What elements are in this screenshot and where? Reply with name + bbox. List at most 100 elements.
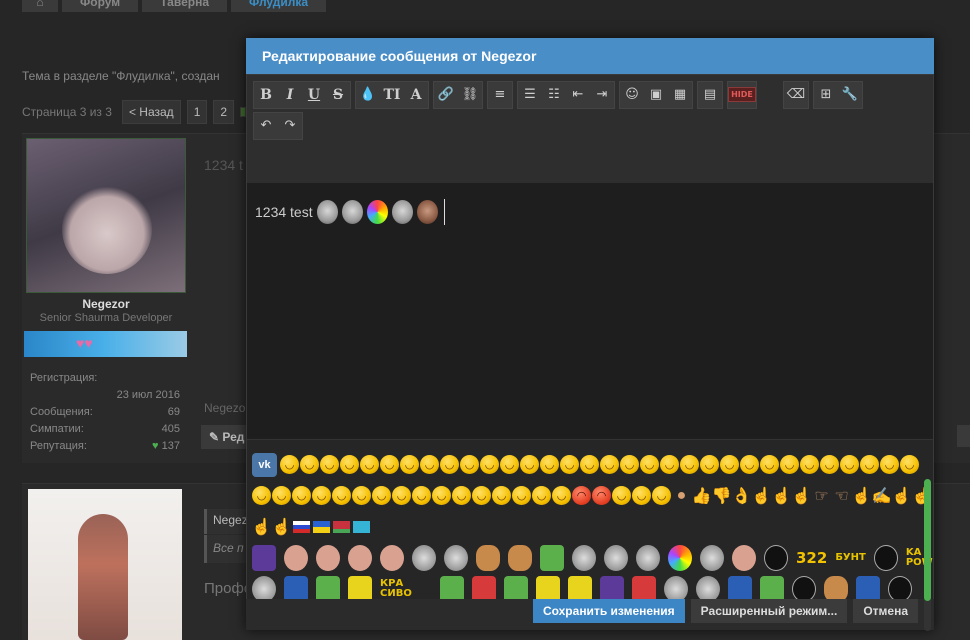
media-icon[interactable]: ▦ <box>668 82 692 108</box>
angry-smilie-icon[interactable]: ◠ <box>592 486 611 505</box>
penguin-icon[interactable] <box>284 575 308 599</box>
smilie-icon[interactable]: ◡ <box>412 486 431 505</box>
smilie-icon[interactable]: ◡ <box>780 455 799 474</box>
smilie-icon[interactable]: ◡ <box>760 455 779 474</box>
deadmau5-icon[interactable] <box>792 575 816 599</box>
point-up-icon[interactable]: ☝ <box>852 486 872 505</box>
smilie-icon[interactable]: ◡ <box>840 455 859 474</box>
meat-boy-icon[interactable] <box>632 575 656 599</box>
dog-emote-icon[interactable] <box>508 544 532 571</box>
stat-value[interactable]: 69 <box>168 404 180 421</box>
point-right-icon[interactable]: ☞ <box>812 486 831 505</box>
image-icon[interactable]: ▣ <box>644 82 668 108</box>
smilie-icon[interactable]: ◡ <box>440 455 459 474</box>
middle-finger-icon[interactable]: ☝ <box>252 517 272 536</box>
smilie-icon[interactable]: ◡ <box>292 486 311 505</box>
italic-button[interactable]: I <box>278 82 302 108</box>
smilie-icon[interactable]: ◡ <box>400 455 419 474</box>
smilie-icon[interactable]: ◡ <box>652 486 671 505</box>
angry-smilie-icon[interactable]: ◠ <box>572 486 591 505</box>
breadcrumb-flood[interactable]: Флудилка <box>231 0 327 12</box>
smilie-icon[interactable]: ◡ <box>860 455 879 474</box>
deal-with-it-icon[interactable] <box>824 575 848 599</box>
troll-face-icon[interactable] <box>664 575 688 599</box>
cat-emote-icon[interactable] <box>700 544 724 571</box>
smilie-icon[interactable]: ◡ <box>280 455 299 474</box>
prev-page-button[interactable]: < Назад <box>121 100 181 124</box>
smilie-icon[interactable]: ◡ <box>580 455 599 474</box>
breadcrumb-forum[interactable]: Форум <box>62 0 139 12</box>
point-up-icon[interactable]: ☝ <box>772 486 792 505</box>
smile-emote-icon[interactable] <box>348 575 372 599</box>
face-emote-icon[interactable] <box>572 544 596 571</box>
trash-person-icon[interactable] <box>888 575 912 599</box>
smilie-icon[interactable]: ◡ <box>372 486 391 505</box>
pony-icon[interactable] <box>472 575 496 599</box>
smilie-icon[interactable]: ◡ <box>612 486 631 505</box>
frog-icon[interactable] <box>760 575 784 599</box>
smilie-icon[interactable]: ◡ <box>880 455 899 474</box>
emote-krasivo[interactable]: КРА СИВО <box>380 578 432 599</box>
underline-button[interactable]: U <box>302 82 326 108</box>
smilie-icon[interactable]: ◡ <box>420 455 439 474</box>
smilie-icon[interactable]: ◡ <box>720 455 739 474</box>
undo-icon[interactable]: ↶ <box>254 113 278 139</box>
point-left-icon[interactable]: ☜ <box>832 486 851 505</box>
smilie-icon[interactable]: ◡ <box>680 455 699 474</box>
smilie-icon[interactable]: ◡ <box>560 455 579 474</box>
smilie-icon[interactable]: ◡ <box>312 486 331 505</box>
swords-icon[interactable] <box>856 575 880 599</box>
middle-finger-icon[interactable]: ☝ <box>272 517 292 536</box>
face-emote-icon[interactable] <box>604 544 628 571</box>
post-username[interactable]: Negezor <box>24 297 188 311</box>
hide-button[interactable]: HIDE <box>728 82 756 108</box>
smilie-icon[interactable]: ◡ <box>552 486 571 505</box>
face-emote-icon[interactable] <box>284 544 308 571</box>
smilie-icon[interactable]: ☺ <box>620 82 644 108</box>
russia-flag-icon[interactable] <box>293 520 310 533</box>
middle-finger-icon[interactable]: ☝ <box>892 486 912 505</box>
smilie-icon[interactable]: ◡ <box>520 455 539 474</box>
point-up-icon[interactable]: ☝ <box>752 486 772 505</box>
smilie-icon[interactable]: ◡ <box>320 455 339 474</box>
droplet-icon[interactable]: 💧 <box>356 82 380 108</box>
twitch-icon[interactable] <box>600 575 624 599</box>
avatar[interactable] <box>26 138 186 293</box>
smilie-icon[interactable]: ◡ <box>272 486 291 505</box>
bullet-list-icon[interactable]: ☰ <box>518 82 542 108</box>
face-emote-icon[interactable] <box>380 544 404 571</box>
bold-button[interactable]: B <box>254 82 278 108</box>
home-icon[interactable]: ⌂ <box>22 0 58 12</box>
thumbs-down-icon[interactable]: 👎 <box>712 486 732 505</box>
rainbow-emote-icon[interactable] <box>668 544 692 571</box>
sonic-icon[interactable] <box>728 575 752 599</box>
eraser-icon[interactable]: ⌫ <box>784 82 808 108</box>
face-emote-icon[interactable] <box>732 544 756 571</box>
face-emote-icon[interactable] <box>412 544 436 571</box>
check-icon[interactable] <box>504 575 528 599</box>
editor-content[interactable]: 1234 test <box>247 183 933 437</box>
smilie-icon[interactable]: ◡ <box>820 455 839 474</box>
numbered-list-icon[interactable]: ☷ <box>542 82 566 108</box>
emote-322[interactable]: 322 <box>796 549 827 567</box>
emote-bunt[interactable]: БУНТ <box>835 552 866 563</box>
smilie-icon[interactable]: ◡ <box>432 486 451 505</box>
save-draft-icon[interactable]: ▤ <box>698 82 722 108</box>
smilie-icon[interactable]: ◡ <box>480 455 499 474</box>
strike-button[interactable]: S <box>326 82 350 108</box>
ok-hand-icon[interactable]: 👌 <box>732 486 752 505</box>
face-emote-icon[interactable] <box>444 544 468 571</box>
page-1-button[interactable]: 1 <box>186 100 208 124</box>
lock-icon[interactable] <box>957 425 970 447</box>
smilie-icon[interactable]: ◡ <box>360 455 379 474</box>
settings-icon[interactable]: 🔧 <box>838 82 862 108</box>
dog-emote-icon[interactable] <box>476 544 500 571</box>
save-button[interactable]: Сохранить изменения <box>532 599 685 623</box>
smilie-icon[interactable]: ◡ <box>800 455 819 474</box>
rage-face-icon[interactable] <box>764 544 788 571</box>
text-size-icon[interactable]: TI <box>380 82 404 108</box>
twitch-icon[interactable] <box>252 544 276 571</box>
cancel-button[interactable]: Отмена <box>853 599 918 623</box>
trash-icon[interactable] <box>440 575 464 599</box>
kazakhstan-flag-icon[interactable] <box>353 520 370 533</box>
